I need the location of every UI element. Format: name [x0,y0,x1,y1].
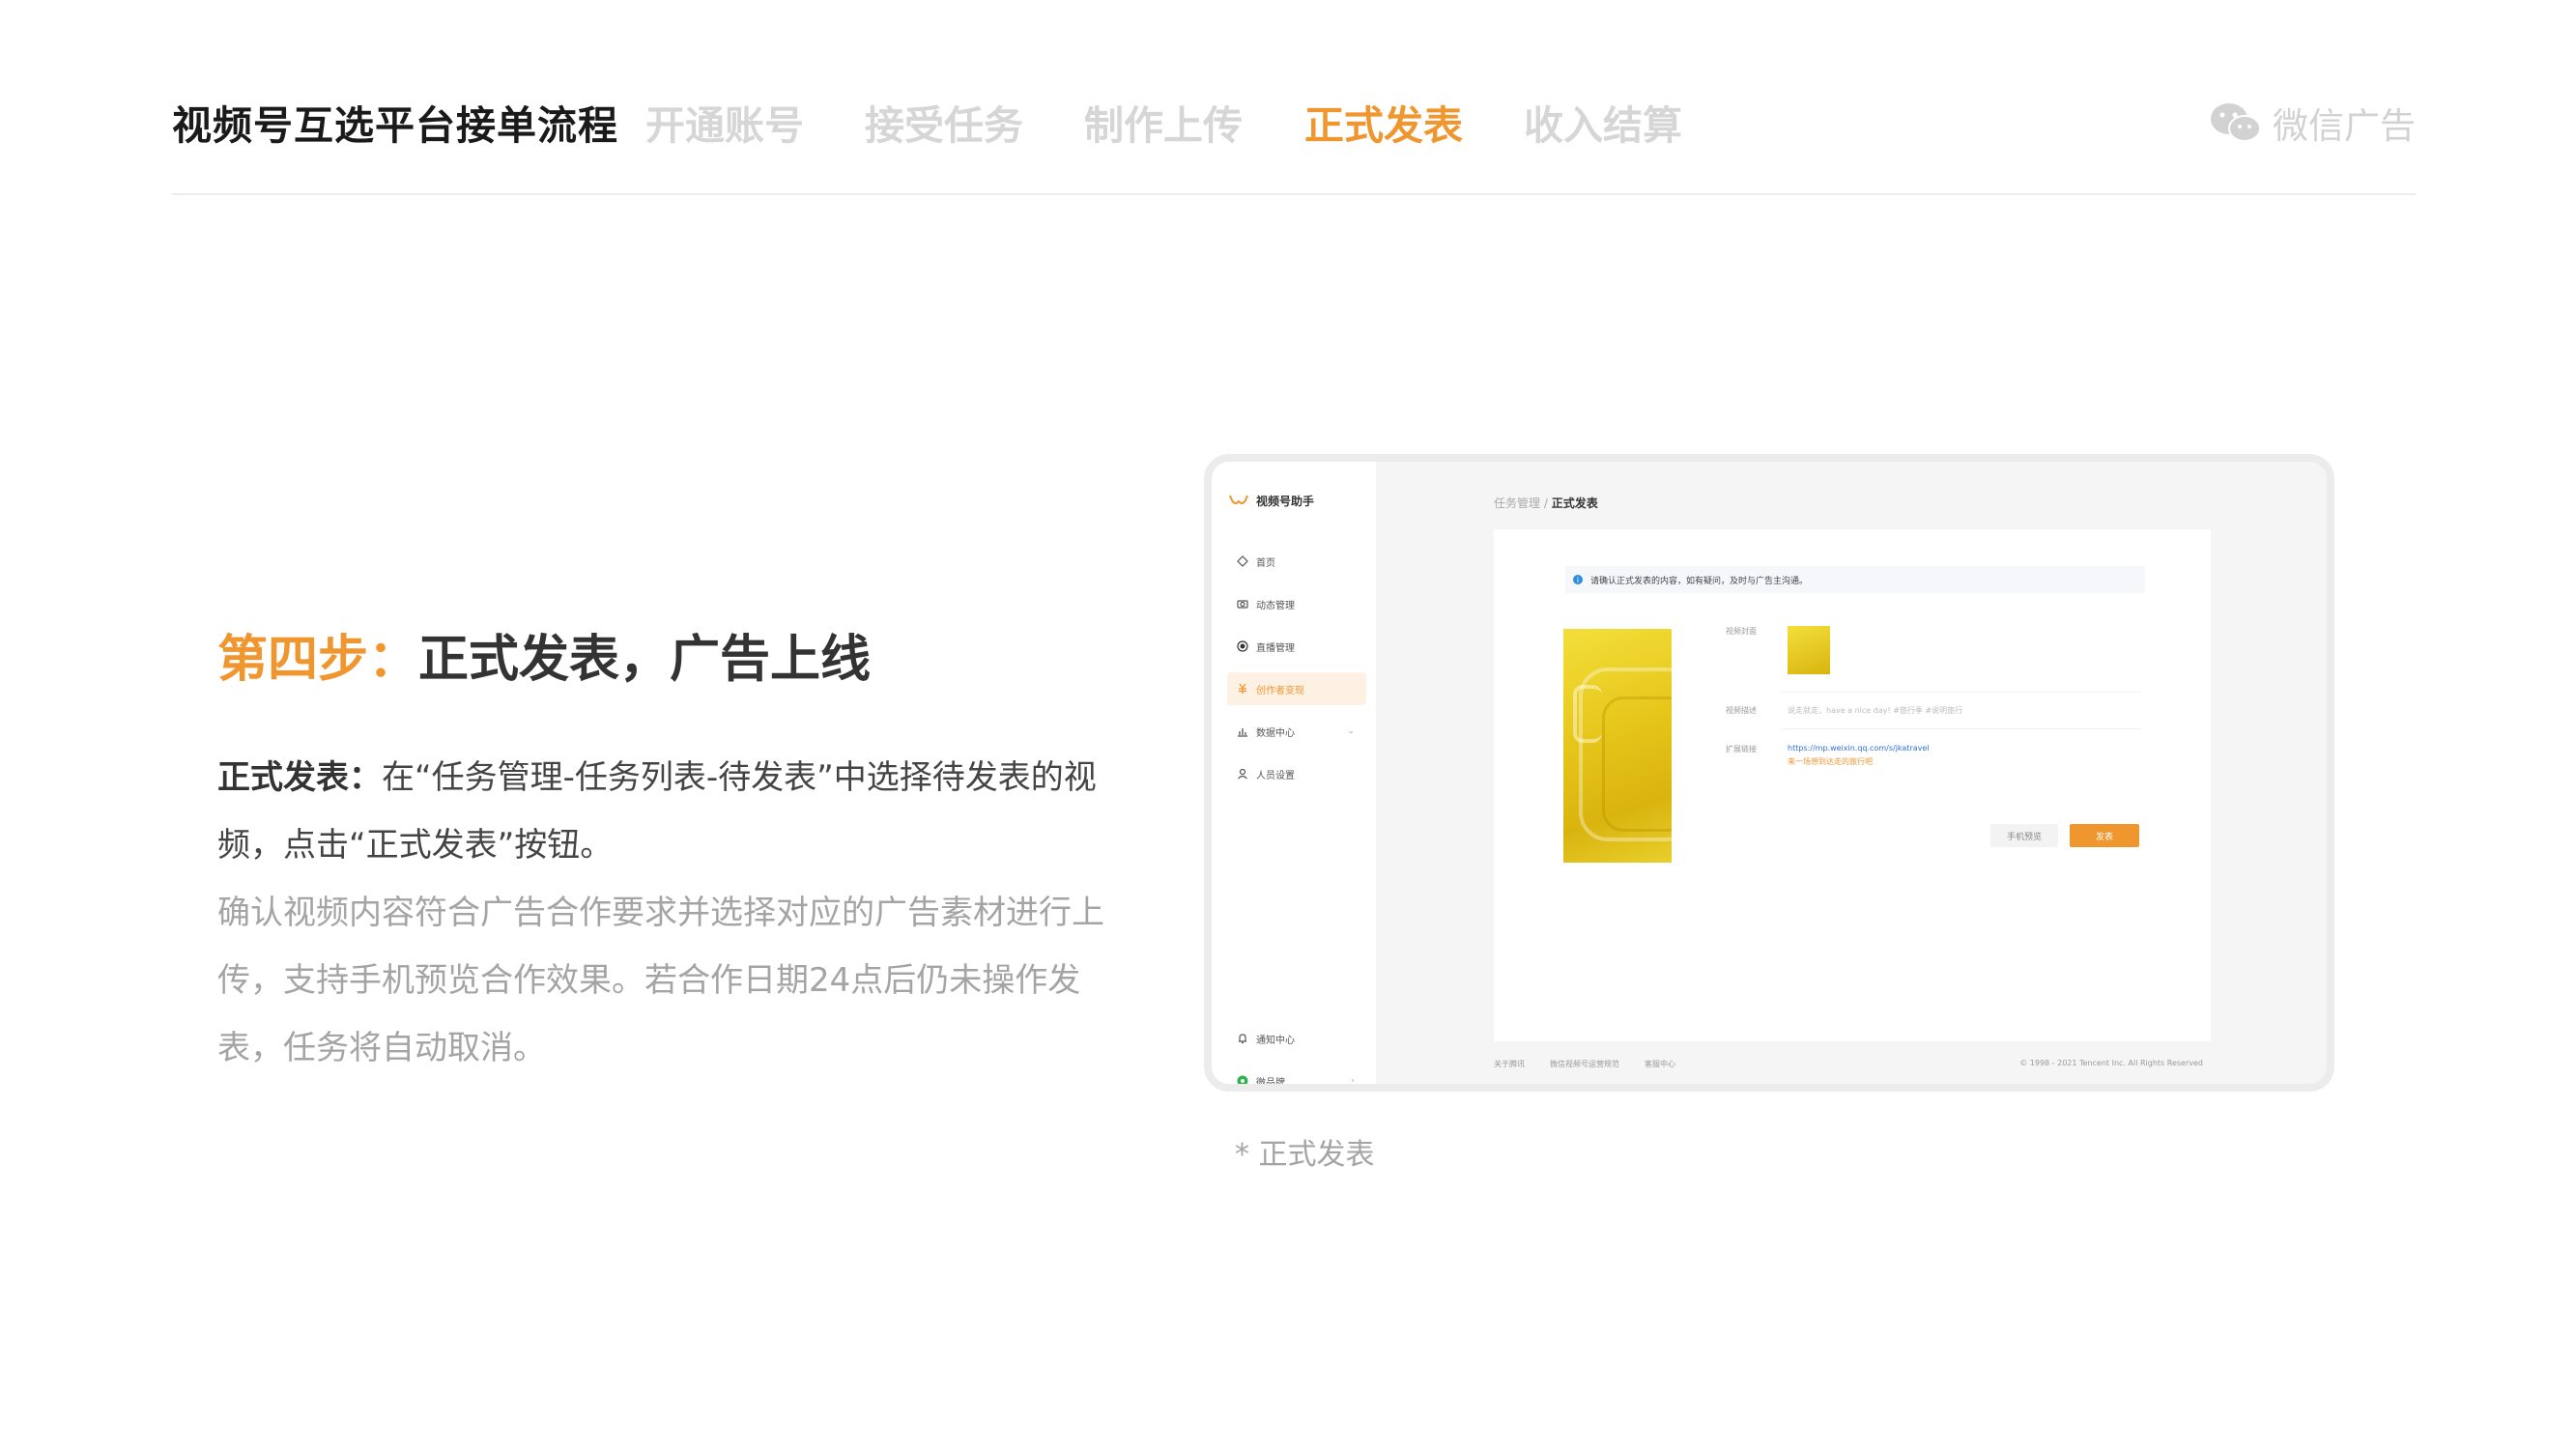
app-name: 视频号助手 [1256,495,1315,508]
step-tab-produce-upload[interactable]: 制作上传 [1084,93,1243,151]
desc-strong: 正式发表： [217,758,382,797]
desc-input[interactable]: 说走就走，have a nice day! #旅行季 #说明旅行 [1788,705,1962,716]
bell-icon [1239,1034,1246,1044]
sidebar-item-home[interactable]: 首页 [1227,545,1366,578]
step-description: 正式发表：在“任务管理-任务列表-待发表”中选择待发表的视频，点击“正式发表”按… [217,744,1145,1082]
brand-name: 微信广告 [2273,105,2416,147]
publish-button[interactable]: 发表 [2070,824,2139,847]
live-icon [1237,640,1248,652]
wechat-icon [2211,103,2261,142]
notice-bar: i 请确认正式发表的内容，如有疑问，及时与广告主沟通。 [1565,566,2145,593]
money-icon [1239,683,1246,694]
app-screenshot: 视频号助手 首页 动态管理 直播管理 创作者变现 数据中心 ⌄ 人员设置 通知中… [1204,454,2334,1092]
home-icon [1237,555,1248,567]
sidebar-item-label: 首页 [1256,557,1275,569]
chevron-right-icon: › [1351,1076,1355,1086]
sidebar-item-label: 通知中心 [1256,1035,1295,1046]
suitcase-handle [1573,685,1602,743]
breadcrumb-current: 正式发表 [1551,497,1598,510]
desc-sub: 确认视频内容符合广告合作要求并选择对应的广告素材进行上传，支持手机预览合作效果。… [217,894,1104,1067]
sidebar-item-posts[interactable]: 动态管理 [1227,587,1366,620]
step-tab-settlement[interactable]: 收入结算 [1524,93,1682,151]
step-number: 第四步： [217,631,419,689]
footer-links: 关于腾讯 微信视频号运营规范 客服中心 [1494,1059,1675,1069]
sidebar-item-notifications[interactable]: 通知中心 [1227,1022,1366,1055]
cover-label: 视频封面 [1726,627,1757,636]
sidebar-item-label: 数据中心 [1256,727,1295,739]
sidebar-item-label: 人员设置 [1256,770,1295,781]
brand-icon [1237,1075,1248,1084]
app-logo: 视频号助手 [1229,493,1314,509]
cover-thumbnail[interactable] [1788,626,1830,674]
page-title: 视频号互选平台接单流程 [172,102,618,149]
breadcrumb-separator: / [1543,497,1548,510]
figure-caption: * 正式发表 [1235,1138,1375,1172]
step-heading: 第四步：正式发表，广告上线 [217,618,871,691]
brand-logo: 微信广告 [2209,97,2416,149]
step-tab-accept-task[interactable]: 接受任务 [865,93,1023,151]
step-title: 正式发表，广告上线 [418,631,872,689]
video-cover-image [1563,629,1672,863]
form-row-cover: 视频封面 [1726,626,1830,674]
sidebar-item-members[interactable]: 人员设置 [1227,757,1366,790]
notice-text: 请确认正式发表的内容，如有疑问，及时与广告主沟通。 [1590,576,1809,586]
app-sidebar: 视频号助手 首页 动态管理 直播管理 创作者变现 数据中心 ⌄ 人员设置 通知中… [1212,462,1376,1084]
step-tab-open-account[interactable]: 开通账号 [645,93,804,151]
footer-link[interactable]: 关于腾讯 [1494,1059,1525,1069]
row-divider [1782,728,2141,729]
sidebar-item-brand[interactable]: 微品牌 › [1227,1065,1366,1089]
app-main: 任务管理 / 正式发表 i 请确认正式发表的内容，如有疑问，及时与广告主沟通。 … [1376,462,2327,1084]
sidebar-item-label: 动态管理 [1256,600,1295,611]
suitcase-shape [1602,696,1672,832]
chart-icon [1238,728,1247,737]
sidebar-item-label: 创作者变现 [1256,685,1304,696]
chevron-down-icon: ⌄ [1347,726,1355,736]
ext-note: 来一场想到达走的旅行吧 [1788,757,1873,766]
sidebar-item-monetize[interactable]: 创作者变现 [1227,672,1366,705]
user-icon [1238,768,1247,780]
step-tab-publish[interactable]: 正式发表 [1304,93,1463,151]
sidebar-item-label: 直播管理 [1256,642,1295,654]
phone-preview-button[interactable]: 手机预览 [1990,824,2058,847]
sidebar-item-data[interactable]: 数据中心 ⌄ [1227,715,1366,748]
camera-icon [1237,600,1248,609]
breadcrumb-parent[interactable]: 任务管理 [1494,497,1540,510]
breadcrumb: 任务管理 / 正式发表 [1494,495,1598,511]
desc-label: 视频描述 [1726,706,1757,715]
copyright: © 1998 - 2021 Tencent Inc. All Rights Re… [2019,1059,2203,1067]
form-row-desc: 视频描述 说走就走，have a nice day! #旅行季 #说明旅行 [1726,705,1962,716]
sidebar-item-live[interactable]: 直播管理 [1227,630,1366,663]
row-divider [1782,692,2141,693]
ext-link[interactable]: https://mp.weixin.qq.com/s/jkatravel [1788,744,1930,753]
footer-link[interactable]: 微信视频号运营规范 [1550,1059,1619,1069]
form-row-ext: 扩展链接 https://mp.weixin.qq.com/s/jkatrave… [1726,744,1930,767]
ext-label: 扩展链接 [1726,745,1757,753]
channels-logo-icon [1229,495,1248,504]
sidebar-item-label: 微品牌 [1256,1077,1285,1089]
publish-card: i 请确认正式发表的内容，如有疑问，及时与广告主沟通。 视频封面 视频描述 说走… [1494,529,2211,1041]
header-divider [172,193,2416,195]
header: 视频号互选平台接单流程 开通账号 接受任务 制作上传 正式发表 收入结算 微信广… [0,0,2576,198]
footer-link[interactable]: 客服中心 [1645,1059,1675,1069]
info-icon: i [1573,575,1583,584]
